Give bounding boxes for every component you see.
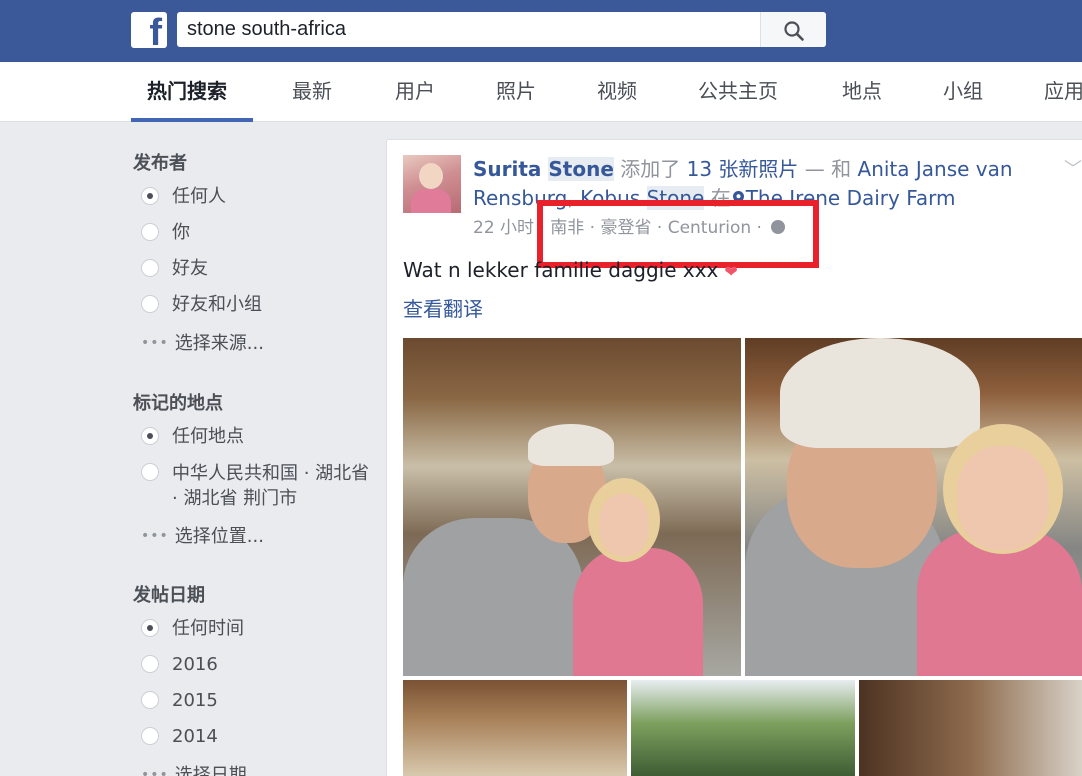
search-box <box>177 12 826 47</box>
post-photo-4[interactable] <box>631 680 855 776</box>
tab-top[interactable]: 热门搜索 <box>147 62 227 122</box>
search-input[interactable] <box>177 12 760 47</box>
radio-icon <box>141 463 159 481</box>
tab-photos[interactable]: 照片 <box>496 62 536 122</box>
choose-date-link[interactable]: ••• 选择日期 <box>141 761 247 776</box>
radio-icon <box>141 691 159 709</box>
active-tab-indicator <box>131 118 253 122</box>
tab-pages[interactable]: 公共主页 <box>698 62 778 122</box>
heart-icon: ❤ <box>724 262 738 281</box>
search-button[interactable] <box>760 12 826 47</box>
photo-girl-face <box>599 494 649 556</box>
search-filter-tabs: 热门搜索 最新 用户 照片 视频 公共主页 地点 小组 应用 <box>0 62 1082 122</box>
tab-latest[interactable]: 最新 <box>292 62 332 122</box>
choose-location-link[interactable]: ••• 选择位置... <box>141 522 264 548</box>
post-header-line-1: Surita Stone 添加了 13 张新照片 — 和 Anita Janse… <box>473 157 1013 181</box>
search-icon <box>784 21 804 41</box>
post-photo-2[interactable] <box>745 338 1082 676</box>
more-dots-icon: ••• <box>141 335 169 351</box>
radio-selected-icon <box>141 619 159 637</box>
tab-places[interactable]: 地点 <box>842 62 882 122</box>
post-date-heading: 发帖日期 <box>133 585 205 606</box>
more-dots-icon: ••• <box>141 767 169 776</box>
tab-videos[interactable]: 视频 <box>597 62 637 122</box>
radio-selected-icon <box>141 427 159 445</box>
publisher-heading: 发布者 <box>133 153 187 174</box>
photo-girl-face <box>957 446 1049 550</box>
choose-source-link[interactable]: ••• 选择来源... <box>141 329 264 355</box>
photo-man-cap <box>528 424 614 466</box>
radio-icon <box>141 655 159 673</box>
radio-selected-icon <box>141 187 159 205</box>
author-name[interactable]: Surita Stone <box>473 157 614 181</box>
photo-girl-jacket <box>573 548 703 676</box>
see-translation-link[interactable]: 查看翻译 <box>403 293 483 322</box>
tagged-person-1-link[interactable]: Anita Janse van <box>858 157 1013 181</box>
radio-icon <box>141 259 159 277</box>
post-text: Wat n lekker familie daggie xxx ❤ <box>403 258 738 282</box>
tab-apps[interactable]: 应用 <box>1044 62 1082 122</box>
tab-groups[interactable]: 小组 <box>943 62 983 122</box>
new-photos-link[interactable]: 13 张新照片 <box>687 157 799 181</box>
author-avatar[interactable] <box>403 155 461 213</box>
post-time[interactable]: 22 小时 <box>473 218 534 238</box>
post-photo-1[interactable] <box>403 338 741 676</box>
chevron-down-icon[interactable]: ﹀ <box>1064 155 1082 181</box>
photo-man-cap <box>780 338 980 448</box>
facebook-logo[interactable]: f <box>131 12 167 48</box>
radio-icon <box>141 727 159 745</box>
more-dots-icon: ••• <box>141 528 169 544</box>
radio-icon <box>141 295 159 313</box>
post-photo-5[interactable] <box>859 680 1082 776</box>
top-bar: f <box>0 0 1082 62</box>
radio-icon <box>141 223 159 241</box>
tab-people[interactable]: 用户 <box>395 62 435 122</box>
post-photo-3[interactable] <box>403 680 627 776</box>
tagged-location-heading: 标记的地点 <box>133 393 223 414</box>
